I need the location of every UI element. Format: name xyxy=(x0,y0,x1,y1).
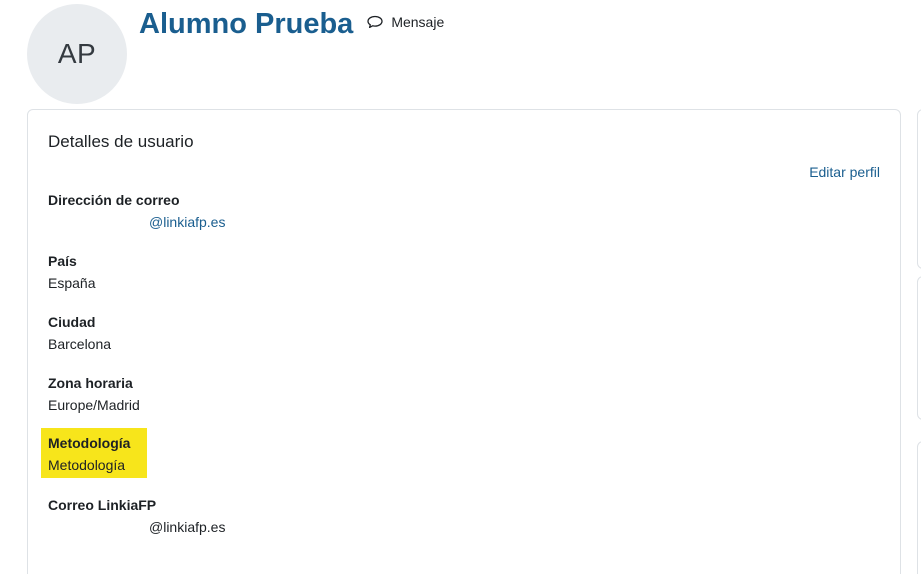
email-link[interactable]: @linkiafp.es xyxy=(48,212,225,232)
edit-profile-link[interactable]: Editar perfil xyxy=(809,164,880,180)
user-details-card: Detalles de usuario Editar perfil Direcc… xyxy=(27,109,901,574)
field-value: Metodología xyxy=(48,457,126,473)
field-label: Ciudad xyxy=(48,314,96,330)
field-value: Barcelona xyxy=(48,336,112,352)
profile-page: AP Alumno Prueba Mensaje Detalles de usu… xyxy=(0,0,921,574)
side-card xyxy=(917,109,921,269)
profile-header: Alumno Prueba Mensaje xyxy=(139,4,444,44)
side-card xyxy=(917,441,921,574)
avatar: AP xyxy=(27,4,127,104)
message-label: Mensaje xyxy=(391,14,445,30)
field-label: Zona horaria xyxy=(48,375,133,391)
speech-bubble-icon xyxy=(367,15,383,29)
card-title: Detalles de usuario xyxy=(48,132,194,151)
field-label: Correo LinkiaFP xyxy=(48,497,157,513)
avatar-initials: AP xyxy=(57,38,97,69)
field-timezone: Zona horaria Europe/Madrid xyxy=(48,373,140,415)
page-title: Alumno Prueba xyxy=(139,8,354,40)
field-methodology: Metodología Metodología xyxy=(48,433,130,475)
field-city: Ciudad Barcelona xyxy=(48,312,111,354)
field-label: Dirección de correo xyxy=(48,192,180,208)
field-label: Metodología xyxy=(48,435,131,451)
side-card xyxy=(917,276,921,420)
field-value: España xyxy=(48,275,96,291)
field-country: País España xyxy=(48,251,95,293)
field-value: Europe/Madrid xyxy=(48,397,140,413)
field-email: Dirección de correo @linkiafp.es xyxy=(48,190,225,232)
field-label: País xyxy=(48,253,77,269)
field-linkia-email: Correo LinkiaFP @linkiafp.es xyxy=(48,495,225,537)
message-button[interactable]: Mensaje xyxy=(367,14,444,30)
field-value: @linkiafp.es xyxy=(149,519,226,535)
